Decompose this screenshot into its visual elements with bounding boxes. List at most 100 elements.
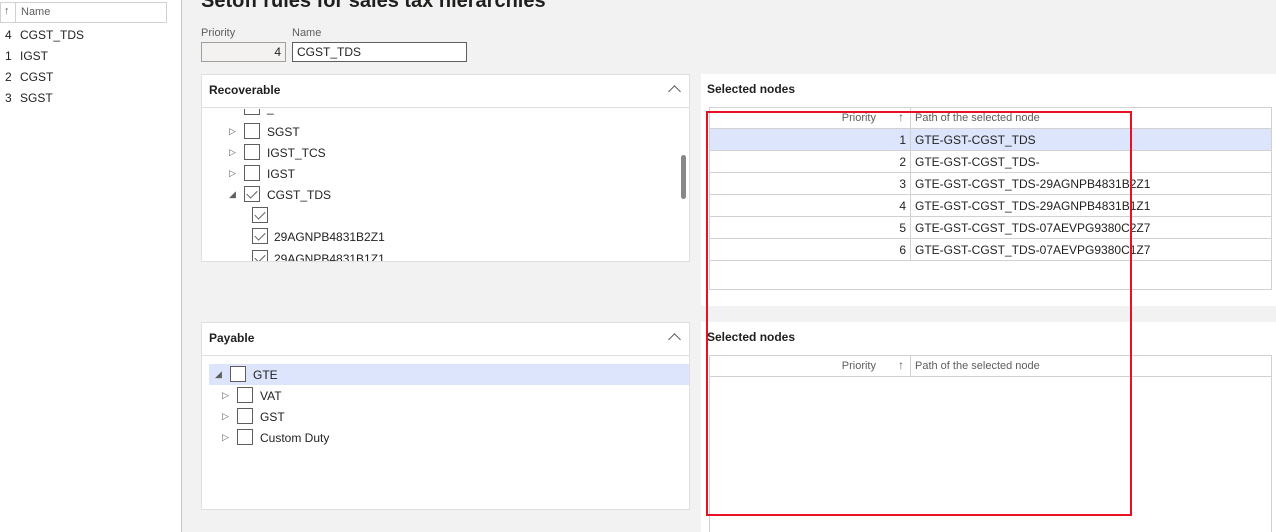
row-priority: 5 <box>899 221 906 235</box>
selected-nodes-header: Selected nodes <box>701 322 1276 354</box>
node-checkbox[interactable] <box>237 387 253 403</box>
column-divider <box>910 151 911 172</box>
column-header-priority[interactable]: Priority <box>710 360 894 372</box>
selected-nodes-grid: Priority ↑ Path of the selected node 1 G… <box>709 107 1272 290</box>
scrollbar-thumb[interactable] <box>681 155 686 199</box>
tree-node[interactable]: 29AGNPB4831B1Z1 <box>202 248 662 261</box>
name-field[interactable]: CGST_TDS <box>292 42 467 62</box>
table-row[interactable]: 5 GTE-GST-CGST_TDS-07AEVPG9380C2Z7 <box>710 217 1271 239</box>
tree-node[interactable] <box>202 205 662 226</box>
expand-arrow-icon[interactable]: ▷ <box>222 432 229 443</box>
expand-arrow-icon[interactable]: ▷ <box>229 168 236 179</box>
node-checkbox-checked[interactable] <box>252 250 268 261</box>
sort-ascending-icon[interactable]: ↑ <box>4 5 10 17</box>
node-checkbox[interactable] <box>237 408 253 424</box>
tree-node[interactable]: ▷ VAT <box>202 385 662 406</box>
node-checkbox-checked[interactable] <box>252 207 268 223</box>
list-item-priority: 2 <box>5 70 12 84</box>
node-checkbox[interactable] <box>244 165 260 181</box>
list-item-priority: 1 <box>5 49 12 63</box>
expand-arrow-icon[interactable]: ▷ <box>229 147 236 158</box>
collapse-arrow-icon[interactable]: ◢ <box>215 369 222 380</box>
selected-nodes-title: Selected nodes <box>707 330 796 344</box>
list-item[interactable]: 2 CGST <box>0 66 170 87</box>
table-row[interactable]: 1 GTE-GST-CGST_TDS <box>710 129 1271 151</box>
node-label: Custom Duty <box>260 431 330 445</box>
node-label: 29AGNPB4831B2Z1 <box>274 230 385 244</box>
list-item-name: CGST <box>20 70 54 84</box>
tree-node[interactable]: ▷ GST <box>202 406 662 427</box>
node-label: _ <box>267 109 274 115</box>
page-title: Setoff rules for sales tax hierarchies <box>201 0 546 12</box>
grid-header: Priority ↑ Path of the selected node <box>710 107 1271 129</box>
column-header-priority[interactable]: Priority <box>710 112 894 124</box>
row-path: GTE-GST-CGST_TDS-07AEVPG9380C1Z7 <box>915 243 1151 257</box>
rules-list-pane: ↑ Name 4 CGST_TDS 1 IGST 2 CGST 3 SGST <box>0 0 182 532</box>
expand-arrow-icon[interactable]: ▷ <box>229 126 236 137</box>
rules-list-header[interactable]: ↑ Name <box>0 2 167 23</box>
chevron-up-icon[interactable] <box>668 333 681 346</box>
chevron-up-icon[interactable] <box>668 85 681 98</box>
row-priority: 6 <box>899 243 906 257</box>
column-header-path[interactable]: Path of the selected node <box>915 112 1040 124</box>
tree-node[interactable]: _ <box>202 109 662 118</box>
selected-nodes-header: Selected nodes <box>701 74 1276 106</box>
list-item[interactable]: 3 SGST <box>0 87 170 108</box>
grid-header: Priority ↑ Path of the selected node <box>710 355 1271 377</box>
node-label: VAT <box>260 389 282 403</box>
row-path: GTE-GST-CGST_TDS-07AEVPG9380C2Z7 <box>915 221 1151 235</box>
row-path: GTE-GST-CGST_TDS <box>915 133 1036 147</box>
list-item-priority: 3 <box>5 91 12 105</box>
sort-ascending-icon[interactable]: ↑ <box>898 358 904 372</box>
table-row[interactable]: 4 GTE-GST-CGST_TDS-29AGNPB4831B1Z1 <box>710 195 1271 217</box>
node-checkbox[interactable] <box>230 366 246 382</box>
recoverable-header[interactable]: Recoverable <box>202 75 689 108</box>
tree-node[interactable]: ▷ Custom Duty <box>202 427 662 448</box>
tree-node[interactable]: ▷ IGST_TCS <box>202 142 662 163</box>
payable-title: Payable <box>209 331 255 345</box>
tree-node-selected[interactable]: ◢ GTE <box>209 364 689 385</box>
payable-header[interactable]: Payable <box>202 323 689 356</box>
payable-card: Payable ◢ GTE ▷ VAT ▷ GST ▷ Custom Duty <box>201 322 690 510</box>
node-label: IGST_TCS <box>267 146 326 160</box>
column-divider <box>910 195 911 216</box>
list-item-priority: 4 <box>5 28 12 42</box>
column-header-path[interactable]: Path of the selected node <box>915 360 1040 372</box>
list-item[interactable]: 1 IGST <box>0 45 170 66</box>
table-row[interactable]: 3 GTE-GST-CGST_TDS-29AGNPB4831B2Z1 <box>710 173 1271 195</box>
tree-node[interactable]: 29AGNPB4831B2Z1 <box>202 226 662 247</box>
row-priority: 4 <box>899 199 906 213</box>
grid-bottom-border <box>710 289 1271 290</box>
name-label: Name <box>292 27 322 39</box>
row-path: GTE-GST-CGST_TDS- <box>915 155 1040 169</box>
recoverable-title: Recoverable <box>209 83 281 97</box>
column-header-name[interactable]: Name <box>21 6 50 18</box>
table-row[interactable]: 6 GTE-GST-CGST_TDS-07AEVPG9380C1Z7 <box>710 239 1271 261</box>
node-checkbox-checked[interactable] <box>244 186 260 202</box>
expand-arrow-icon[interactable]: ▷ <box>222 411 229 422</box>
row-path: GTE-GST-CGST_TDS-29AGNPB4831B2Z1 <box>915 177 1151 191</box>
node-checkbox[interactable] <box>244 109 260 115</box>
selected-nodes-title: Selected nodes <box>707 82 796 96</box>
table-row[interactable]: 2 GTE-GST-CGST_TDS- <box>710 151 1271 173</box>
list-item[interactable]: 4 CGST_TDS <box>0 24 170 45</box>
sort-ascending-icon[interactable]: ↑ <box>898 110 904 124</box>
list-item-name: CGST_TDS <box>20 28 85 42</box>
column-divider <box>910 108 911 129</box>
tree-node[interactable]: ◢ CGST_TDS <box>202 184 662 205</box>
row-path: GTE-GST-CGST_TDS-29AGNPB4831B1Z1 <box>915 199 1151 213</box>
node-checkbox[interactable] <box>244 123 260 139</box>
list-item-name: IGST <box>20 49 49 63</box>
node-checkbox[interactable] <box>237 429 253 445</box>
node-checkbox-checked[interactable] <box>252 228 268 244</box>
list-item-name: SGST <box>20 91 53 105</box>
priority-label: Priority <box>201 27 236 39</box>
expand-arrow-icon[interactable]: ▷ <box>222 390 229 401</box>
node-label: GTE <box>253 368 278 382</box>
tree-node[interactable]: ▷ SGST <box>202 121 662 142</box>
collapse-arrow-icon[interactable]: ◢ <box>229 189 236 200</box>
tree-node[interactable]: ▷ IGST <box>202 163 662 184</box>
column-divider <box>910 173 911 194</box>
selected-nodes-recoverable-panel: Selected nodes Priority ↑ Path of the se… <box>701 74 1276 306</box>
node-checkbox[interactable] <box>244 144 260 160</box>
